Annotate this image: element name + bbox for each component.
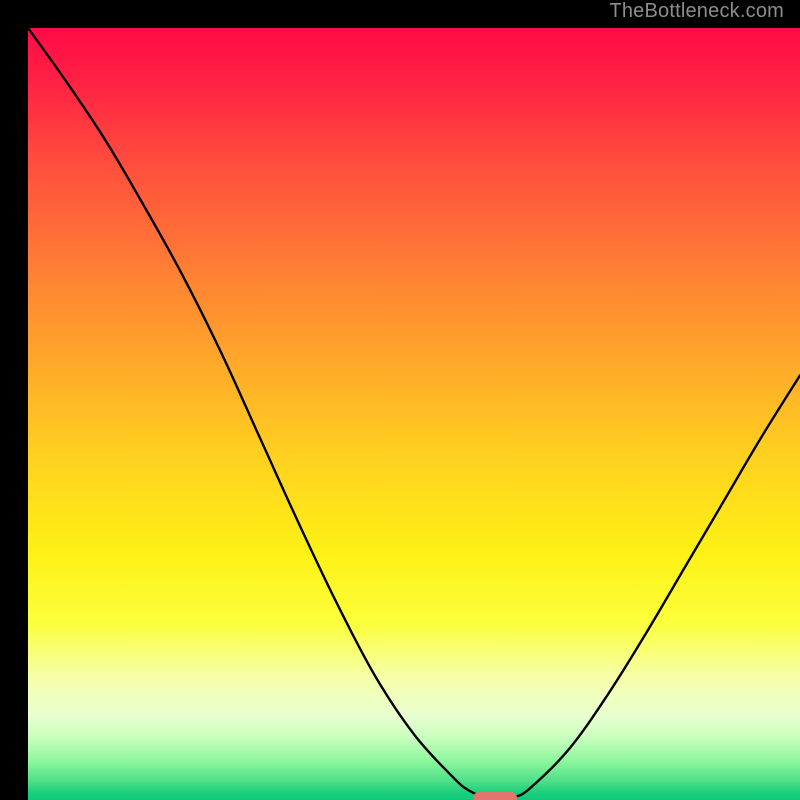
watermark-text: TheBottleneck.com — [609, 0, 784, 23]
bottleneck-curve — [28, 28, 800, 800]
chart-frame — [14, 14, 786, 786]
optimal-marker — [473, 792, 516, 800]
plot-area — [28, 28, 800, 800]
